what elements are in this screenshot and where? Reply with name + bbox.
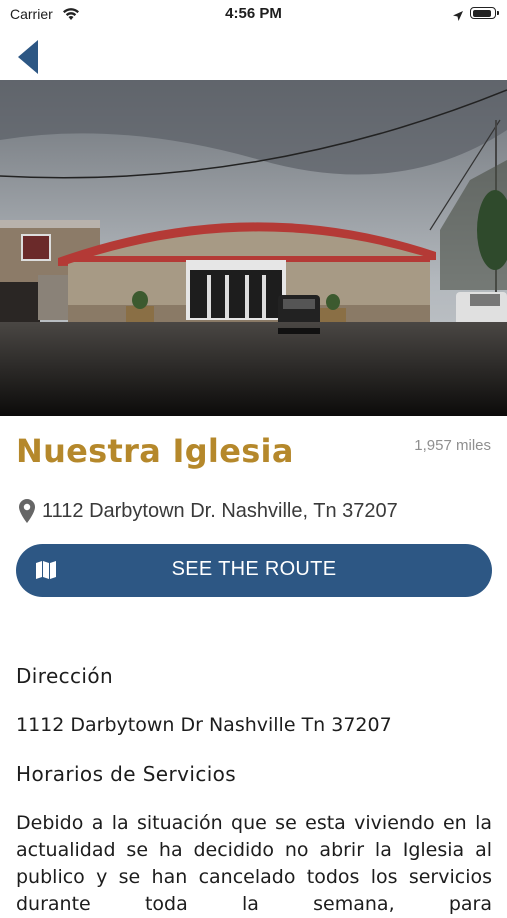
address-text: 1112 Darbytown Dr. Nashville, Tn 37207	[42, 499, 398, 522]
see-route-label: SEE THE ROUTE	[171, 558, 337, 580]
back-button[interactable]	[10, 35, 50, 75]
location-pin-icon	[19, 499, 35, 523]
direccion-heading: Dirección	[16, 664, 114, 688]
clock: 4:56 PM	[225, 5, 282, 22]
chevron-left-icon	[18, 40, 38, 74]
location-arrow-icon	[452, 7, 464, 26]
battery-icon	[470, 7, 499, 19]
see-route-button[interactable]: SEE THE ROUTE	[16, 544, 492, 597]
church-name: Nuestra Iglesia	[16, 432, 294, 470]
address-row: 1112 Darbytown Dr. Nashville, Tn 37207	[18, 496, 398, 526]
nav-bar	[0, 30, 507, 80]
distance-label: 1,957 miles	[414, 437, 491, 454]
direccion-value: 1112 Darbytown Dr Nashville Tn 37207	[16, 714, 392, 736]
horarios-text: Debido a la situación que se esta vivien…	[16, 812, 492, 915]
church-photo	[0, 80, 507, 416]
horarios-heading: Horarios de Servicios	[16, 762, 237, 786]
status-bar: Carrier 4:56 PM	[0, 0, 507, 30]
